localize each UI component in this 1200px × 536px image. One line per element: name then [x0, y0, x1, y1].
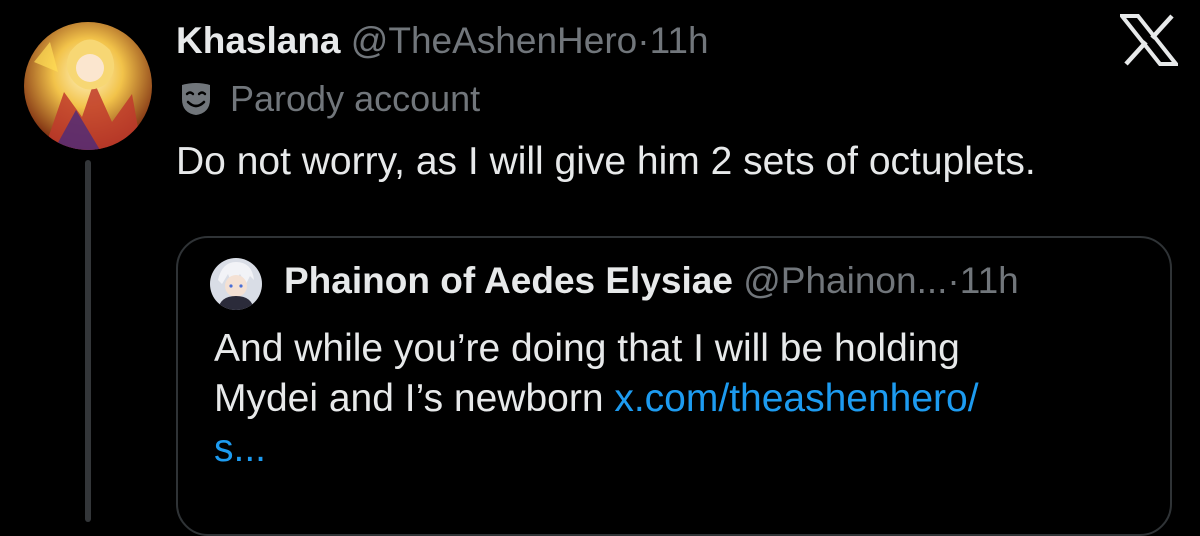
avatar-image [24, 22, 152, 150]
handle[interactable]: @TheAshenHero [351, 20, 637, 61]
quote-timestamp[interactable]: 11h [960, 260, 1019, 301]
separator-dot: · [637, 20, 650, 61]
quote-link-continued[interactable]: s... [214, 424, 1154, 474]
thread-line [85, 160, 91, 522]
quote-handle[interactable]: @Phainon... [743, 260, 947, 301]
quote-header: Phainon of Aedes Elysiae @Phainon...·11h [284, 258, 1019, 304]
avatar[interactable] [24, 22, 152, 150]
tweet-text: Do not worry, as I will give him 2 sets … [176, 140, 1036, 183]
quote-avatar[interactable] [210, 258, 262, 310]
tweet-header: Khaslana @TheAshenHero·11h [176, 18, 709, 64]
display-name[interactable]: Khaslana [176, 20, 341, 61]
quote-link[interactable]: x.com/theashenhero/ [614, 377, 978, 420]
quote-text-line-1: And while you’re doing that I will be ho… [214, 327, 960, 370]
timestamp[interactable]: 11h [650, 20, 709, 61]
quote-tweet-card[interactable]: Phainon of Aedes Elysiae @Phainon...·11h… [176, 236, 1172, 536]
quote-separator-dot: · [947, 260, 960, 301]
quote-text-line-2: Mydei and I’s newborn x.com/theashenhero… [214, 374, 1154, 424]
parody-label-text: Parody account [230, 78, 481, 119]
parody-label: Parody account [178, 76, 480, 122]
quote-text-line-2-text: Mydei and I’s newborn [214, 377, 615, 420]
quote-display-name[interactable]: Phainon of Aedes Elysiae [284, 260, 733, 301]
parody-mask-icon [178, 81, 214, 117]
x-logo-icon [1120, 14, 1178, 66]
quote-text: And while you’re doing that I will be ho… [214, 324, 1154, 474]
quote-avatar-image [210, 258, 262, 310]
